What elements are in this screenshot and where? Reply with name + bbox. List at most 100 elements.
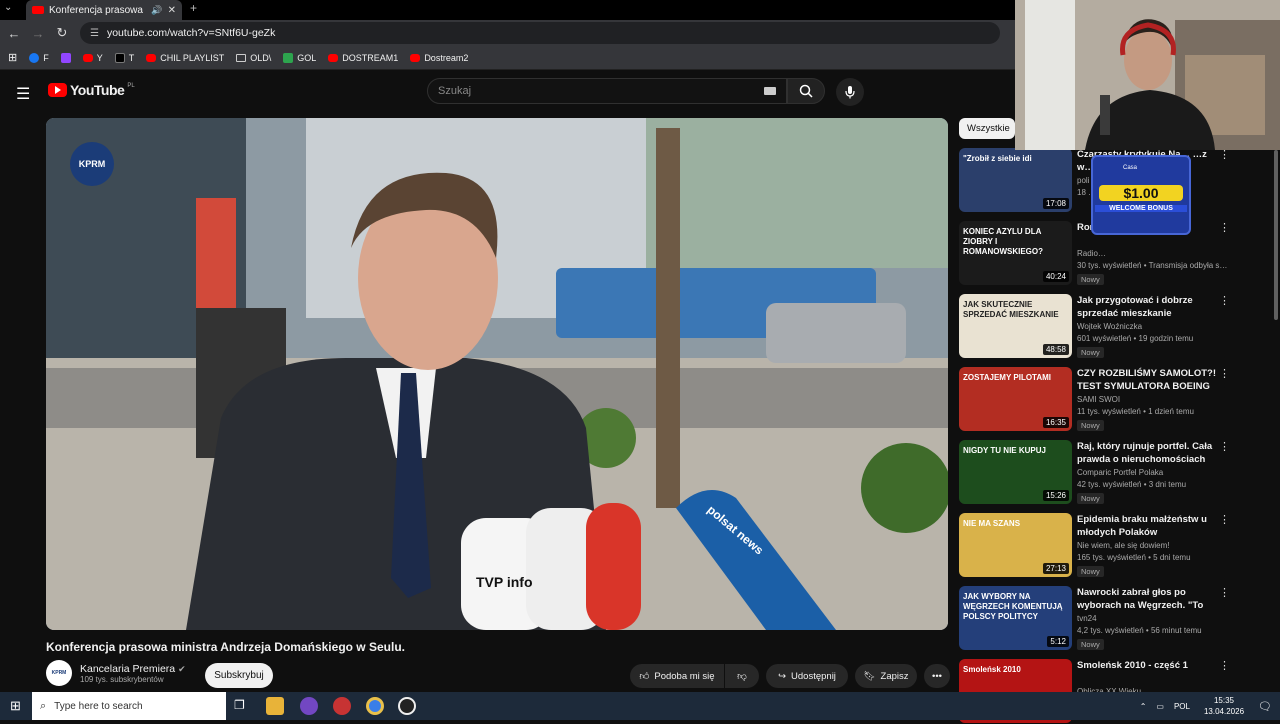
youtube-icon bbox=[328, 53, 339, 62]
recommendation-item[interactable]: NIGDY TU NIE KUPUJ 15:26 Raj, który rujnuj… bbox=[959, 440, 1230, 505]
recommendation-channel[interactable]: Wojtek Woźniczka bbox=[1077, 322, 1142, 331]
keyboard-icon[interactable] bbox=[764, 87, 776, 95]
more-options-icon[interactable]: ⋮ bbox=[1219, 367, 1230, 380]
recommendation-title[interactable]: Nawrocki zabrał głos po wyborach na Węgr… bbox=[1077, 586, 1217, 612]
recommendation-thumbnail[interactable]: ZOSTAJEMY PILOTAMI 16:35 bbox=[959, 367, 1072, 431]
video-duration: 15:26 bbox=[1042, 490, 1069, 501]
recommendation-channel[interactable]: tvn24 bbox=[1077, 614, 1097, 623]
forward-icon[interactable]: → bbox=[26, 26, 50, 41]
more-options-icon[interactable]: ⋮ bbox=[1219, 440, 1230, 453]
recommendation-item[interactable]: JAK WYBORY NA WĘGRZECH KOMENTUJĄ POLSCY … bbox=[959, 586, 1230, 651]
new-badge: Nowy bbox=[1077, 639, 1104, 650]
new-badge: Nowy bbox=[1077, 347, 1104, 358]
channel-name[interactable]: Kancelaria Premiera ✔ bbox=[80, 663, 186, 675]
language-indicator[interactable]: POL bbox=[1174, 702, 1190, 711]
file-explorer-icon[interactable] bbox=[266, 697, 284, 715]
app-icon-2[interactable] bbox=[333, 697, 351, 715]
more-options-icon[interactable]: ⋮ bbox=[1219, 586, 1230, 599]
recommendation-thumbnail[interactable]: KONIEC AZYLU DLA ZIOBRY I ROMANOWSKIEGO?… bbox=[959, 221, 1072, 285]
recommendation-channel[interactable]: Radio… bbox=[1077, 249, 1106, 258]
back-icon[interactable]: ← bbox=[2, 26, 26, 41]
bookmark-x[interactable]: T bbox=[114, 52, 134, 63]
bookmark-youtube[interactable]: Y bbox=[82, 53, 103, 63]
more-options-icon[interactable]: ⋮ bbox=[1219, 294, 1230, 307]
channel-avatar[interactable]: KPRM bbox=[46, 660, 72, 686]
search-icon bbox=[799, 84, 813, 98]
youtube-icon bbox=[410, 53, 421, 62]
recommendation-item[interactable]: ZOSTAJEMY PILOTAMI 16:35 CZY ROZBILIŚMY SA… bbox=[959, 367, 1230, 432]
ad-subtitle: WELCOME BONUS bbox=[1095, 205, 1187, 212]
twitch-icon bbox=[60, 52, 71, 63]
browser-tab[interactable]: Konferencja prasowa minist 🔊 ✕ bbox=[26, 0, 182, 20]
dislike-button[interactable]: 👎︎ bbox=[725, 664, 759, 688]
youtube-logo[interactable]: YouTube PL bbox=[48, 82, 135, 98]
like-button[interactable]: 👍︎ Podoba mi się bbox=[630, 664, 724, 688]
recommendation-channel[interactable]: Nie wiem, ale się dowiem! bbox=[1077, 541, 1169, 550]
ad-bonus: $1.00 bbox=[1099, 185, 1183, 201]
tray-chevron-icon[interactable]: ⌃ bbox=[1140, 702, 1147, 711]
taskbar-search[interactable]: ⌕ Type here to search bbox=[32, 692, 226, 720]
clock[interactable]: 15:35 13.04.2026 bbox=[1204, 695, 1244, 717]
recommendation-title[interactable]: Raj, który rujnuje portfel. Cała prawda … bbox=[1077, 440, 1217, 466]
recommendation-thumbnail[interactable]: NIGDY TU NIE KUPUJ 15:26 bbox=[959, 440, 1072, 504]
task-view-icon[interactable]: ❐ bbox=[234, 698, 245, 712]
more-options-icon[interactable]: ⋮ bbox=[1219, 513, 1230, 526]
scrollbar[interactable] bbox=[1274, 150, 1278, 320]
site-info-icon[interactable]: ☰ bbox=[90, 28, 99, 39]
monitor-icon[interactable]: ▭ bbox=[1156, 702, 1164, 711]
reload-icon[interactable]: ↻ bbox=[50, 25, 74, 41]
thumbnail-text: ZOSTAJEMY PILOTAMI bbox=[963, 373, 1052, 382]
bookmark-facebook[interactable]: F bbox=[29, 52, 49, 63]
youtube-icon bbox=[82, 53, 93, 62]
video-player[interactable]: KPRM TVP info polsat news bbox=[46, 118, 948, 630]
new-tab-button[interactable]: + bbox=[190, 1, 197, 15]
subscribe-button[interactable]: Subskrybuj bbox=[205, 663, 273, 688]
share-button[interactable]: ↪ Udostępnij bbox=[766, 664, 848, 688]
more-actions-button[interactable]: ••• bbox=[924, 664, 950, 688]
bookmark-dostream2[interactable]: Dostream2 bbox=[410, 53, 468, 63]
thumbs-up-icon: 👍︎ bbox=[639, 671, 650, 682]
chrome-icon[interactable] bbox=[366, 697, 384, 715]
search-input[interactable]: Szukaj bbox=[427, 78, 787, 104]
bookmark-gol[interactable]: GOL bbox=[283, 52, 316, 63]
recommendation-channel[interactable]: Comparic Portfel Polaka bbox=[1077, 468, 1163, 477]
windows-start-icon[interactable]: ⊞ bbox=[10, 698, 21, 714]
search-icon: ⌕ bbox=[40, 699, 47, 712]
recommendation-channel[interactable]: poli bbox=[1077, 176, 1089, 185]
bookmark-dostream1[interactable]: DOSTREAM1 bbox=[328, 53, 398, 63]
thumbnail-text: Smoleńsk 2010 bbox=[963, 665, 1021, 674]
thumbnail-text: NIE MA SZANS bbox=[963, 519, 1021, 528]
recommendation-item[interactable]: JAK SKUTECZNIE SPRZEDAĆ MIESZKANIE 48:58 J… bbox=[959, 294, 1230, 359]
app-icon-1[interactable] bbox=[300, 697, 318, 715]
voice-search-button[interactable] bbox=[836, 78, 864, 106]
recommendation-title[interactable]: Jak przygotować i dobrze sprzedać mieszk… bbox=[1077, 294, 1217, 320]
recommendation-title[interactable]: Smoleńsk 2010 - część 1 bbox=[1077, 659, 1217, 672]
recommendation-thumbnail[interactable]: "Zrobił z siebie idi 17:08 bbox=[959, 148, 1072, 212]
share-icon: ↪ bbox=[778, 670, 787, 682]
more-options-icon[interactable]: ⋮ bbox=[1219, 659, 1230, 672]
casino-ad-overlay[interactable]: Casa $1.00 WELCOME BONUS bbox=[1091, 155, 1191, 235]
apps-icon[interactable]: ⊞ bbox=[8, 51, 17, 64]
bookmark-old-folder[interactable]: OLD\ bbox=[236, 53, 271, 63]
speaker-icon[interactable]: 🔊 bbox=[151, 5, 162, 16]
bookmark-chil-playlist[interactable]: CHIL PLAYLIST bbox=[146, 53, 224, 63]
close-tab-icon[interactable]: ✕ bbox=[168, 5, 176, 16]
recommendation-thumbnail[interactable]: JAK SKUTECZNIE SPRZEDAĆ MIESZKANIE 48:58 bbox=[959, 294, 1072, 358]
url-bar[interactable]: ☰ youtube.com/watch?v=SNtf6U-geZk bbox=[80, 22, 1000, 44]
app-icon-3[interactable] bbox=[398, 697, 416, 715]
bookmark-twitch[interactable] bbox=[60, 52, 71, 63]
recommendation-channel[interactable]: SAMI SWOI bbox=[1077, 395, 1120, 404]
recommendation-item[interactable]: NIE MA SZANS 27:13 Epidemia braku małżeńst… bbox=[959, 513, 1230, 578]
recommendation-thumbnail[interactable]: JAK WYBORY NA WĘGRZECH KOMENTUJĄ POLSCY … bbox=[959, 586, 1072, 650]
recommendation-thumbnail[interactable]: NIE MA SZANS 27:13 bbox=[959, 513, 1072, 577]
tab-search-icon[interactable]: ⌄ bbox=[4, 2, 12, 13]
notifications-icon[interactable]: 🗨︎ bbox=[1258, 700, 1272, 713]
save-button[interactable]: 🔖︎ Zapisz bbox=[855, 664, 917, 688]
search-button[interactable] bbox=[787, 78, 825, 104]
recommendation-title[interactable]: CZY ROZBILIŚMY SAMOLOT?! TEST SYMULATORA… bbox=[1077, 367, 1217, 393]
recommendation-title[interactable]: Epidemia braku małżeństw u młodych Polak… bbox=[1077, 513, 1217, 539]
more-options-icon[interactable]: ⋮ bbox=[1219, 221, 1230, 234]
menu-icon[interactable]: ☰ bbox=[16, 84, 30, 104]
chip-all[interactable]: Wszystkie bbox=[959, 118, 1015, 139]
recommendation-meta: 30 tys. wyświetleń • Transmisja odbyła s… bbox=[1077, 261, 1228, 270]
